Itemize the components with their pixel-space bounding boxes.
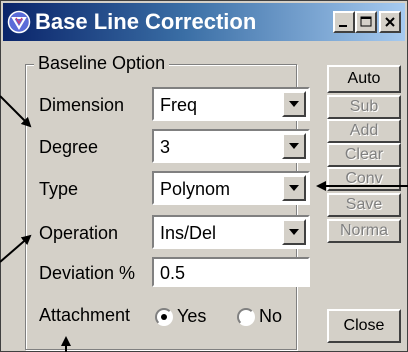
radio-label: Yes [177, 306, 207, 326]
maximize-icon [360, 16, 372, 27]
operation-value: Ins/Del [160, 223, 217, 243]
operation-dropdown-button[interactable] [282, 219, 306, 245]
attachment-label: Attachment [39, 305, 131, 325]
save-button[interactable]: Save [327, 193, 401, 217]
radio-label: No [259, 306, 283, 326]
chevron-down-icon [289, 229, 299, 235]
operation-combo[interactable]: Ins/Del [152, 215, 310, 249]
group-label: Baseline Option [34, 53, 170, 74]
base-line-correction-window: Base Line Correction Baseline Option Dim… [0, 0, 408, 352]
title-bar[interactable]: Base Line Correction [3, 3, 405, 41]
degree-value: 3 [160, 137, 171, 157]
dimension-value: Freq [160, 95, 198, 115]
degree-combo[interactable]: 3 [152, 129, 310, 163]
chevron-down-icon [289, 101, 299, 107]
operation-label: Operation [39, 223, 119, 243]
maximize-button[interactable] [355, 11, 377, 33]
dimension-label: Dimension [39, 95, 125, 115]
dimension-combo[interactable]: Freq [152, 87, 310, 121]
degree-dropdown-button[interactable] [282, 133, 306, 159]
minimize-icon [339, 25, 347, 27]
deviation-label: Deviation % [39, 263, 136, 283]
minimize-button[interactable] [333, 11, 355, 33]
close-window-button[interactable] [379, 11, 401, 33]
deviation-input[interactable]: 0.5 [152, 257, 310, 287]
auto-button[interactable]: Auto [327, 65, 401, 93]
close-icon [385, 17, 395, 27]
clear-button[interactable]: Clear [327, 143, 401, 167]
degree-label: Degree [39, 137, 99, 157]
type-dropdown-button[interactable] [282, 175, 306, 201]
chevron-down-icon [289, 143, 299, 149]
chevron-down-icon [289, 185, 299, 191]
type-combo[interactable]: Polynom [152, 171, 310, 205]
dimension-dropdown-button[interactable] [282, 91, 306, 117]
window-title: Base Line Correction [35, 9, 257, 34]
sub-button[interactable]: Sub [327, 95, 401, 119]
add-button[interactable]: Add [327, 119, 401, 143]
deviation-value: 0.5 [160, 263, 186, 283]
close-button[interactable]: Close [327, 309, 401, 343]
type-label: Type [39, 179, 79, 199]
type-value: Polynom [160, 179, 231, 199]
conv-button[interactable]: Conv [327, 167, 401, 191]
radio-selected-dot [161, 314, 167, 320]
radio-button[interactable] [237, 308, 255, 326]
norma-button[interactable]: Norma [327, 219, 401, 243]
app-icon[interactable] [7, 10, 31, 34]
radio-button[interactable] [155, 308, 173, 326]
